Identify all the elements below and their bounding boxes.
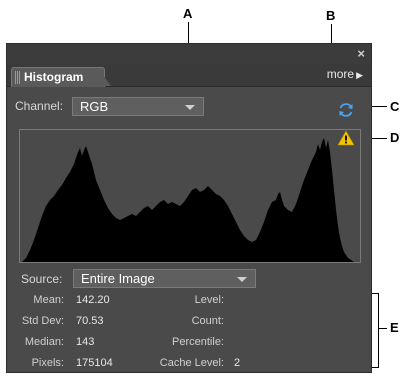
source-label: Source: bbox=[21, 272, 63, 286]
histogram-graph bbox=[22, 138, 354, 262]
callout-c: C bbox=[390, 99, 400, 114]
level-label: Level: bbox=[194, 294, 224, 306]
callout-a: A bbox=[183, 6, 193, 21]
channel-dropdown-value: RGB bbox=[80, 99, 109, 114]
callout-d: D bbox=[390, 130, 400, 145]
pixels-value: 175104 bbox=[76, 357, 113, 369]
warning-icon[interactable] bbox=[337, 130, 355, 146]
dropdown-arrow-icon bbox=[237, 277, 247, 282]
callout-e: E bbox=[390, 320, 399, 335]
callout-e-bracket-vertical bbox=[378, 293, 379, 368]
cache-level-label: Cache Level: bbox=[159, 357, 224, 369]
mean-label: Mean: bbox=[33, 294, 64, 306]
cache-level-value: 2 bbox=[234, 357, 241, 369]
refresh-icon[interactable] bbox=[337, 101, 355, 119]
more-button-label: more bbox=[326, 67, 355, 81]
channel-label: Channel: bbox=[15, 99, 64, 113]
chevron-right-icon: ▶ bbox=[356, 70, 363, 80]
stddev-label: Std Dev: bbox=[21, 315, 64, 327]
grip-icon[interactable] bbox=[15, 71, 20, 84]
more-button[interactable]: more ▶ bbox=[327, 67, 363, 81]
median-value: 143 bbox=[76, 336, 95, 348]
tab-histogram-label: Histogram bbox=[24, 70, 84, 84]
channel-dropdown[interactable]: RGB bbox=[72, 97, 204, 116]
source-dropdown-value: Entire Image bbox=[81, 271, 155, 286]
mean-value: 142.20 bbox=[76, 294, 110, 306]
pixels-label: Pixels: bbox=[31, 357, 64, 369]
median-label: Median: bbox=[24, 336, 64, 348]
dropdown-arrow-icon bbox=[185, 105, 195, 110]
panel-tabbar: Histogram more ▶ bbox=[7, 64, 371, 87]
histogram-display bbox=[19, 129, 361, 263]
stddev-value: 70.53 bbox=[76, 315, 104, 327]
count-label: Count: bbox=[191, 315, 224, 327]
panel-titlebar: × bbox=[7, 44, 371, 64]
callout-e-line bbox=[379, 328, 387, 329]
close-icon[interactable]: × bbox=[357, 46, 365, 61]
tab-histogram[interactable]: Histogram bbox=[11, 67, 105, 87]
callout-b: B bbox=[326, 8, 336, 23]
tab-slant bbox=[97, 67, 111, 86]
histogram-panel: × Histogram more ▶ Channel: RGB Source: … bbox=[6, 43, 372, 373]
percentile-label: Percentile: bbox=[172, 336, 224, 348]
histogram-shape bbox=[22, 138, 354, 262]
source-dropdown[interactable]: Entire Image bbox=[73, 269, 256, 288]
